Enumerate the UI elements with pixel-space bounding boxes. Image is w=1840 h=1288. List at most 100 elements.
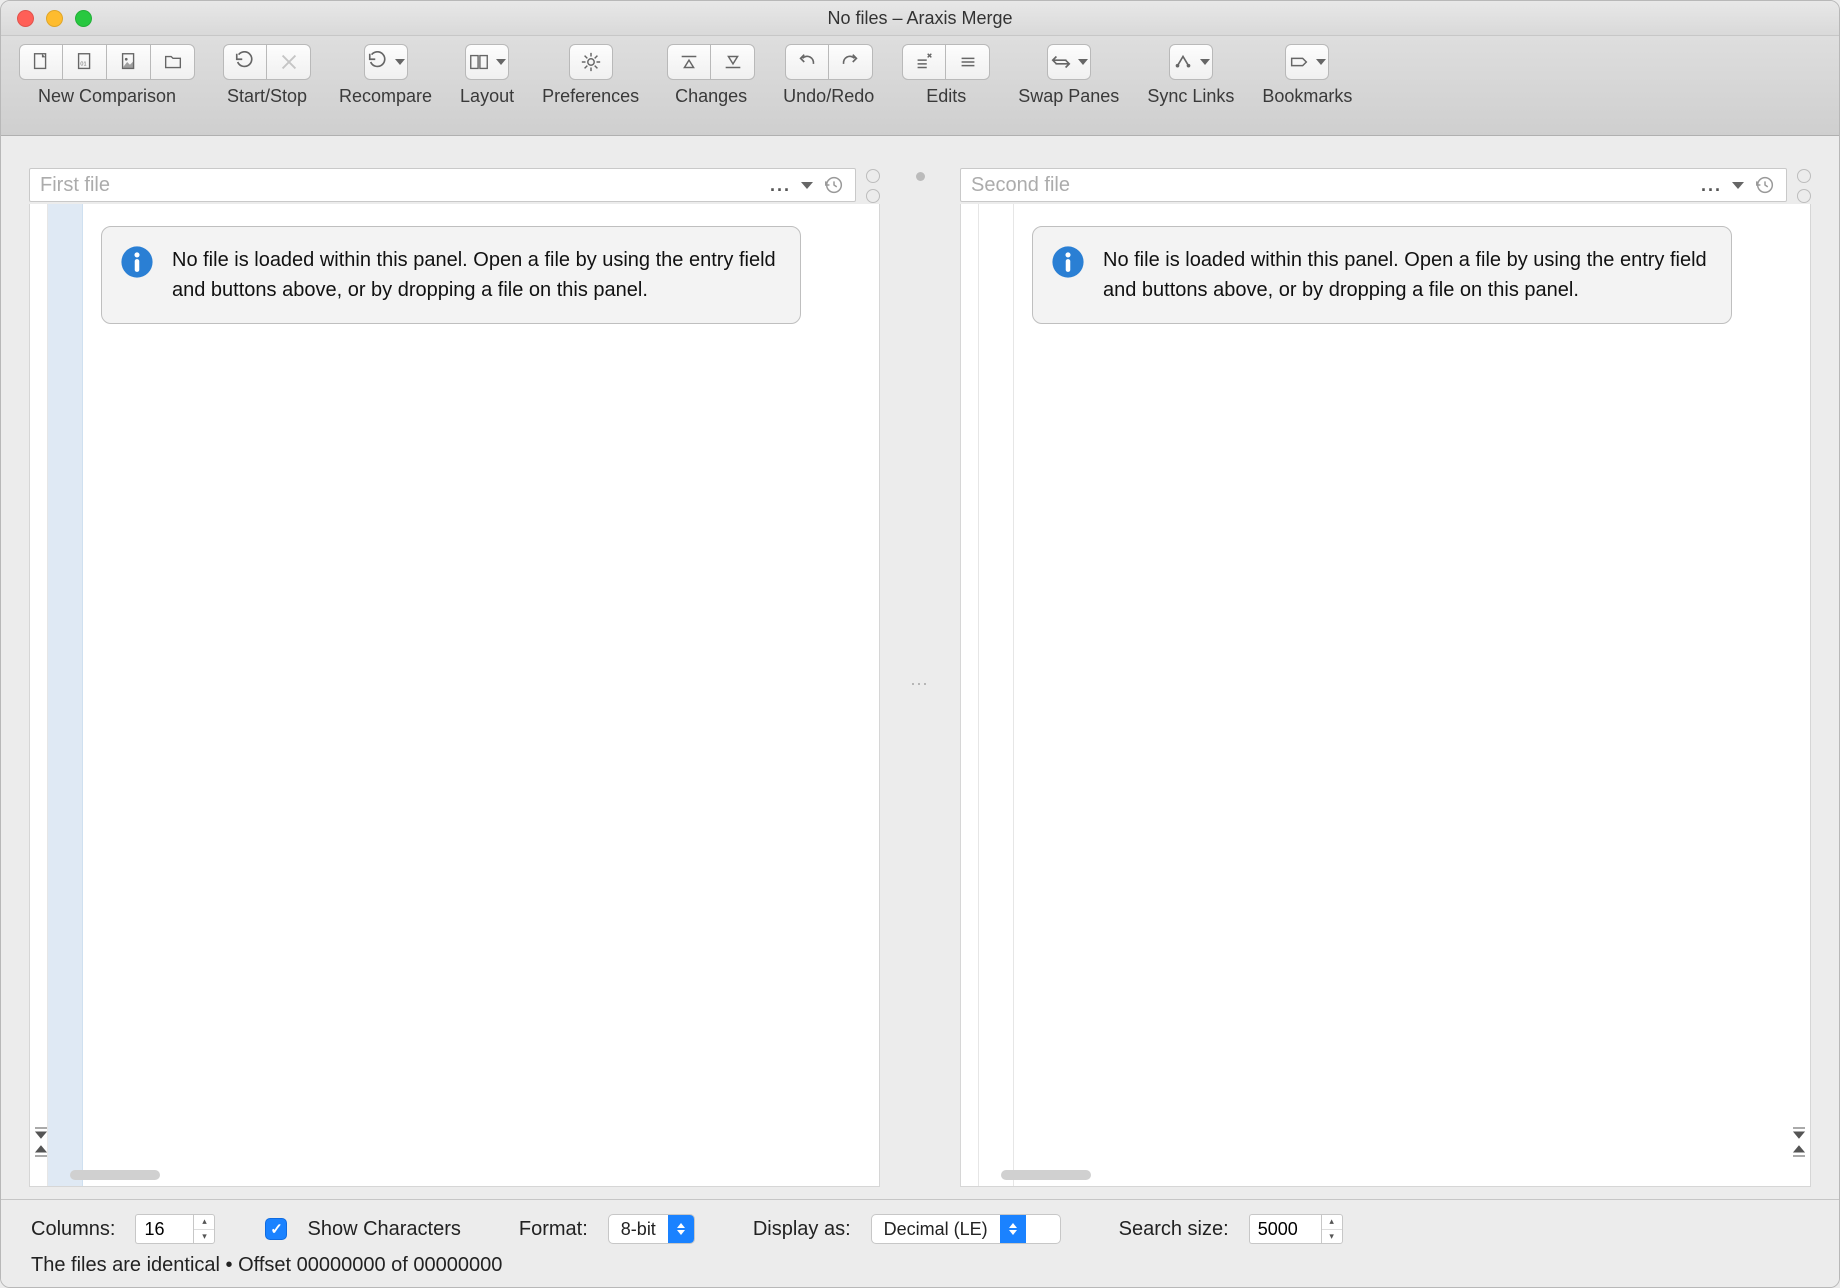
show-characters-checkbox[interactable]: ✓ (265, 1218, 287, 1240)
select-caret-icon (1000, 1215, 1026, 1243)
toolbar-group-start-stop: Start/Stop (223, 44, 311, 107)
toolbar-label-preferences: Preferences (542, 86, 639, 107)
right-file-input[interactable]: Second file ... (960, 168, 1787, 202)
toolbar-label-changes: Changes (675, 86, 747, 107)
scroll-top-icon[interactable] (1790, 1126, 1808, 1140)
stop-button[interactable] (267, 44, 311, 80)
toolbar-label-bookmarks: Bookmarks (1262, 86, 1352, 107)
center-link-indicator (916, 172, 925, 181)
next-change-button[interactable] (711, 44, 755, 80)
new-binary-comparison-button[interactable]: 01 (63, 44, 107, 80)
toolbar-group-bookmarks: Bookmarks (1262, 44, 1352, 107)
svg-text:01: 01 (80, 62, 86, 68)
columns-stepper-buttons[interactable]: ▴▾ (193, 1214, 215, 1244)
left-pane: First file ... (29, 166, 880, 1187)
columns-label: Columns: (31, 1218, 115, 1241)
preferences-button[interactable] (569, 44, 613, 80)
display-as-label: Display as: (753, 1218, 851, 1241)
scroll-bottom-icon[interactable] (32, 1144, 50, 1158)
right-margin-gutter (961, 204, 979, 1186)
right-browse-button[interactable]: ... (1701, 175, 1722, 196)
format-select[interactable]: 8-bit (608, 1214, 695, 1244)
left-margin-gutter (30, 204, 48, 1186)
left-pane-indicators (866, 167, 880, 203)
bookmarks-button[interactable] (1285, 44, 1329, 80)
right-pane: Second file ... (960, 166, 1811, 1187)
indicator-dot (1797, 169, 1811, 183)
left-horizontal-scrollbar[interactable] (70, 1170, 160, 1180)
right-file-dropdown[interactable] (1732, 182, 1744, 189)
status-text: The files are identical • Offset 0000000… (31, 1254, 1809, 1277)
history-icon[interactable] (823, 174, 845, 196)
right-pane-header: Second file ... (960, 166, 1811, 204)
search-size-stepper[interactable]: ▴▾ (1249, 1214, 1343, 1244)
display-as-value: Decimal (LE) (872, 1219, 1000, 1240)
toolbar-label-new-comparison: New Comparison (38, 86, 176, 107)
search-size-stepper-buttons[interactable]: ▴▾ (1321, 1214, 1343, 1244)
right-info-text: No file is loaded within this panel. Ope… (1103, 245, 1709, 305)
new-text-comparison-button[interactable] (19, 44, 63, 80)
sync-links-button[interactable] (1169, 44, 1213, 80)
window-title: No files – Araxis Merge (1, 8, 1839, 29)
info-icon (1051, 245, 1085, 279)
toolbar-label-swap-panes: Swap Panes (1018, 86, 1119, 107)
prev-change-button[interactable] (667, 44, 711, 80)
left-pane-header: First file ... (29, 166, 880, 204)
toolbar-group-undo-redo: Undo/Redo (783, 44, 874, 107)
scroll-top-icon[interactable] (32, 1126, 50, 1140)
toolbar-group-sync-links: Sync Links (1147, 44, 1234, 107)
titlebar: No files – Araxis Merge (1, 1, 1839, 36)
content-area: First file ... (1, 136, 1839, 1199)
left-browse-button[interactable]: ... (770, 175, 791, 196)
center-drag-handle[interactable]: ⋯ (910, 674, 930, 695)
left-file-area[interactable]: No file is loaded within this panel. Ope… (83, 204, 879, 1186)
right-pane-indicators (1797, 167, 1811, 203)
search-size-input[interactable] (1249, 1214, 1321, 1244)
indicator-dot (866, 189, 880, 203)
history-icon[interactable] (1754, 174, 1776, 196)
format-value: 8-bit (609, 1219, 668, 1240)
toolbar-group-new-comparison: 01 New Comparison (19, 44, 195, 107)
edit-lines-button[interactable] (946, 44, 990, 80)
select-caret-icon (668, 1215, 694, 1243)
toolbar-group-layout: Layout (460, 44, 514, 107)
toolbar-label-start-stop: Start/Stop (227, 86, 307, 107)
toolbar-label-layout: Layout (460, 86, 514, 107)
toolbar-label-sync-links: Sync Links (1147, 86, 1234, 107)
left-info-box: No file is loaded within this panel. Ope… (101, 226, 801, 324)
format-label: Format: (519, 1218, 588, 1241)
new-image-comparison-button[interactable] (107, 44, 151, 80)
show-characters-label: Show Characters (307, 1218, 460, 1241)
new-folder-comparison-button[interactable] (151, 44, 195, 80)
info-icon (120, 245, 154, 279)
right-file-placeholder: Second file (971, 174, 1070, 197)
start-button[interactable] (223, 44, 267, 80)
right-horizontal-scrollbar[interactable] (1001, 1170, 1091, 1180)
left-pane-body: No file is loaded within this panel. Ope… (29, 204, 880, 1187)
columns-stepper[interactable]: ▴▾ (135, 1214, 215, 1244)
center-divider: ⋯ (898, 166, 942, 1187)
recompare-button[interactable] (364, 44, 408, 80)
app-window: No files – Araxis Merge 01 New Compariso… (0, 0, 1840, 1288)
left-file-dropdown[interactable] (801, 182, 813, 189)
redo-button[interactable] (829, 44, 873, 80)
undo-button[interactable] (785, 44, 829, 80)
layout-button[interactable] (465, 44, 509, 80)
delete-edit-button[interactable] (902, 44, 946, 80)
display-as-select[interactable]: Decimal (LE) (871, 1214, 1061, 1244)
right-scroll-buttons (1790, 1126, 1808, 1158)
left-diff-gutter (48, 204, 83, 1186)
left-file-input[interactable]: First file ... (29, 168, 856, 202)
scroll-bottom-icon[interactable] (1790, 1144, 1808, 1158)
right-pane-body: No file is loaded within this panel. Ope… (960, 204, 1811, 1187)
toolbar-group-preferences: Preferences (542, 44, 639, 107)
left-info-text: No file is loaded within this panel. Ope… (172, 245, 778, 305)
search-size-label: Search size: (1119, 1218, 1229, 1241)
toolbar: 01 New Comparison Start/Stop (1, 36, 1839, 136)
right-file-area[interactable]: No file is loaded within this panel. Ope… (1014, 204, 1810, 1186)
columns-input[interactable] (135, 1214, 193, 1244)
toolbar-group-recompare: Recompare (339, 44, 432, 107)
left-scroll-buttons (32, 1126, 50, 1158)
swap-panes-button[interactable] (1047, 44, 1091, 80)
right-info-box: No file is loaded within this panel. Ope… (1032, 226, 1732, 324)
